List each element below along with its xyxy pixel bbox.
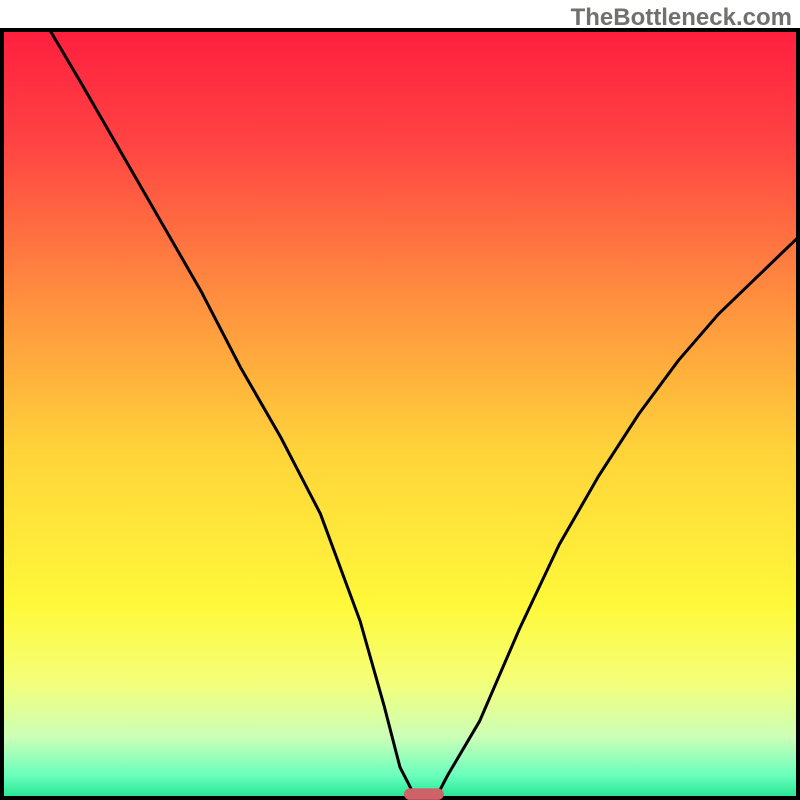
bottleneck-chart (0, 0, 800, 800)
watermark-text: TheBottleneck.com (571, 4, 792, 32)
gradient-background (2, 30, 798, 798)
optimal-marker (404, 788, 444, 800)
chart-container: TheBottleneck.com (0, 0, 800, 800)
